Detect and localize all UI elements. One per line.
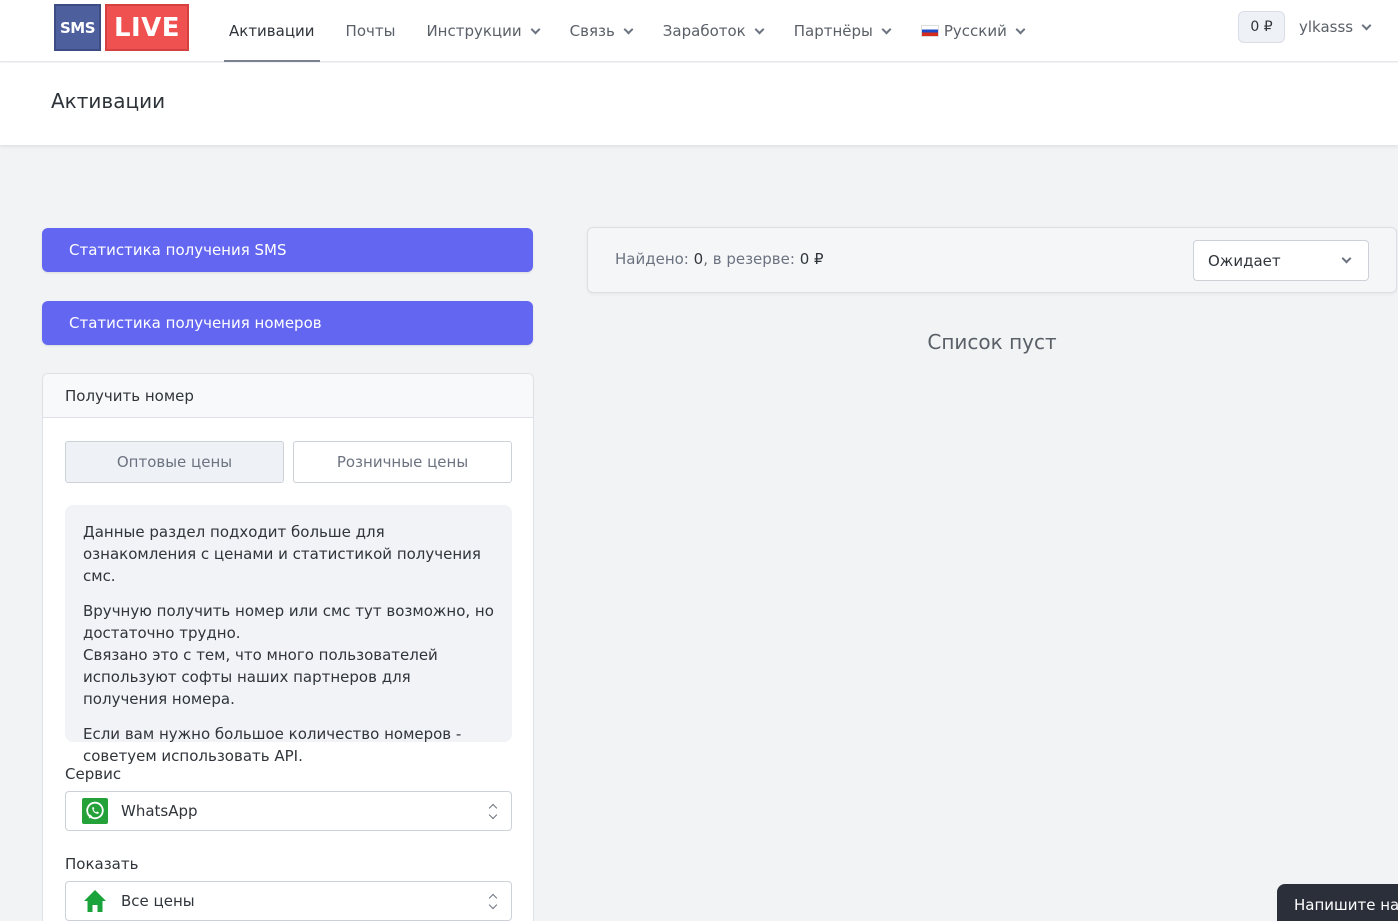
numbers-stats-button[interactable]: Статистика получения номеров xyxy=(42,301,533,345)
nav-item-partners[interactable]: Партнёры xyxy=(789,0,895,62)
nav-item-instructions[interactable]: Инструкции xyxy=(421,0,543,62)
nav-label: Заработок xyxy=(662,22,746,40)
tab-retail-prices[interactable]: Розничные цены xyxy=(293,441,512,483)
nav-label: Активации xyxy=(229,22,315,40)
found-summary: Найдено: 0, в резерве: 0 ₽ xyxy=(615,250,824,268)
updown-arrows-icon xyxy=(488,803,498,821)
page-title: Активации xyxy=(51,89,166,113)
chevron-down-icon xyxy=(1361,20,1372,30)
info-text-line: Вручную получить номер или смс тут возмо… xyxy=(83,602,494,642)
found-count: 0 xyxy=(693,250,704,268)
chevron-down-icon xyxy=(1015,24,1026,34)
language-selector[interactable]: Русский xyxy=(916,0,1029,62)
top-navbar: SMS LIVE Активации Почты Инструкции Связ… xyxy=(0,0,1398,62)
chevron-down-icon xyxy=(623,24,634,34)
username: ylkasss xyxy=(1299,18,1354,36)
status-select[interactable]: Ожидает xyxy=(1193,240,1369,281)
nav-item-earnings[interactable]: Заработок xyxy=(658,0,768,62)
logo[interactable]: SMS LIVE xyxy=(54,4,189,51)
info-text-line: Связано это с тем, что много пользовател… xyxy=(83,646,438,708)
sms-stats-button[interactable]: Статистика получения SMS xyxy=(42,228,533,272)
info-box: Данные раздел подходит больше для ознако… xyxy=(65,505,512,765)
service-label: Сервис xyxy=(65,765,122,783)
show-label: Показать xyxy=(65,855,139,873)
nav-label: Партнёры xyxy=(793,22,873,40)
reserve-label: , в резерве: xyxy=(703,250,795,268)
info-text: Вручную получить номер или смс тут возмо… xyxy=(83,600,494,710)
nav-item-activations[interactable]: Активации xyxy=(224,0,320,62)
russia-flag-icon xyxy=(920,25,939,37)
nav-item-mail[interactable]: Почты xyxy=(341,0,401,62)
updown-arrows-icon xyxy=(488,893,498,911)
chevron-down-icon xyxy=(1341,253,1352,264)
chat-widget-button[interactable]: Напишите нам xyxy=(1277,884,1398,921)
nav-item-contact[interactable]: Связь xyxy=(565,0,637,62)
nav-label: Почты xyxy=(345,22,396,40)
tab-wholesale-prices[interactable]: Оптовые цены xyxy=(65,441,284,483)
balance-badge[interactable]: 0 ₽ xyxy=(1238,11,1285,43)
info-text: Если вам нужно большое количество номеро… xyxy=(83,725,462,765)
chevron-down-icon xyxy=(754,24,765,34)
reserve-value: 0 ₽ xyxy=(799,250,824,268)
show-select[interactable]: Все цены xyxy=(65,881,512,921)
show-value: Все цены xyxy=(121,892,195,910)
chevron-down-icon xyxy=(881,24,892,34)
user-menu[interactable]: ylkasss xyxy=(1299,18,1372,36)
nav-label: Инструкции xyxy=(426,22,522,40)
found-label: Найдено: xyxy=(615,250,689,268)
card-title: Получить номер xyxy=(43,374,533,418)
activations-filter-bar: Найдено: 0, в резерве: 0 ₽ Ожидает xyxy=(587,227,1397,293)
page-header: Активации xyxy=(0,63,1398,145)
status-value: Ожидает xyxy=(1208,251,1281,270)
whatsapp-icon xyxy=(82,798,108,824)
service-select[interactable]: WhatsApp xyxy=(65,791,512,831)
main-nav: Активации Почты Инструкции Связь Заработ… xyxy=(224,0,1050,62)
info-text: Данные раздел подходит больше для ознако… xyxy=(83,523,481,585)
price-tabs: Оптовые цены Розничные цены xyxy=(65,441,512,483)
get-number-card: Получить номер Оптовые цены Розничные це… xyxy=(42,373,534,921)
logo-sms: SMS xyxy=(54,4,101,51)
home-icon xyxy=(82,888,108,914)
nav-label: Связь xyxy=(569,22,615,40)
service-value: WhatsApp xyxy=(121,802,198,820)
logo-live: LIVE xyxy=(105,4,189,51)
language-label: Русский xyxy=(943,22,1007,40)
chevron-down-icon xyxy=(530,24,541,34)
empty-list-message: Список пуст xyxy=(927,330,1057,354)
